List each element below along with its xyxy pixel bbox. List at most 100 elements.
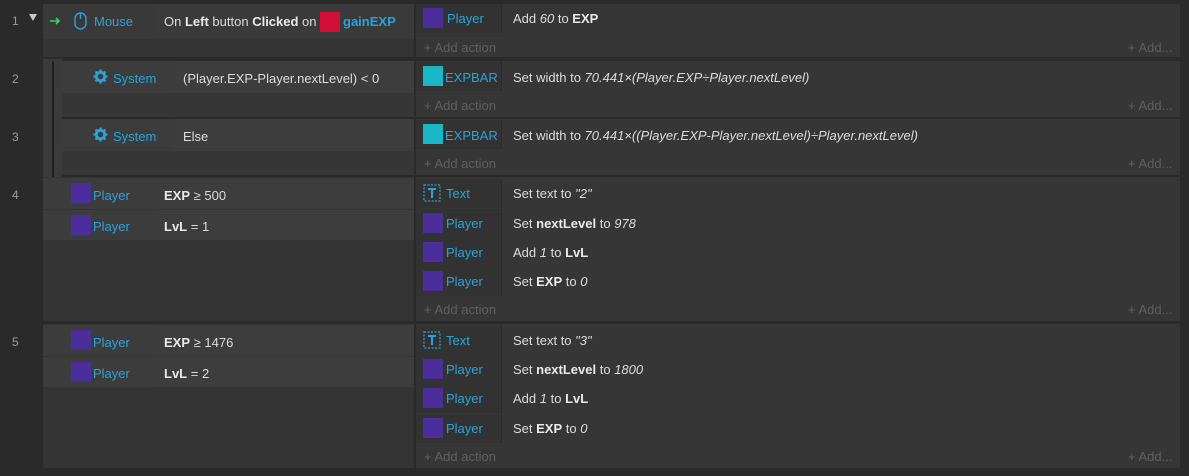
condition-object-cell[interactable]: Player <box>43 178 155 209</box>
condition-text: Else <box>183 129 209 144</box>
add-link[interactable]: + Add... <box>1128 302 1172 317</box>
action-text: Set EXP to 0 <box>513 421 588 436</box>
action-row[interactable]: Text Set text to "3" <box>416 326 1180 355</box>
condition-object-name: Player <box>93 335 130 350</box>
condition-expression[interactable]: On Left button Clicked on gainEXP <box>154 4 414 39</box>
condition-block[interactable]: Player EXP ≥ 1476 Player LvL = 2 <box>43 324 414 468</box>
player-object-icon <box>71 215 91 235</box>
add-action-link[interactable]: + Add action <box>424 98 496 113</box>
action-object-name: Player <box>446 245 483 260</box>
action-object-name: Player <box>447 11 484 26</box>
condition-text: On <box>164 14 185 29</box>
condition-object-name: System <box>113 71 157 86</box>
action-object-cell[interactable]: Text <box>416 326 502 355</box>
condition-row[interactable]: Player EXP ≥ 1476 <box>43 325 414 356</box>
event-number: 3 <box>12 130 19 144</box>
action-row[interactable]: Player Add 60 to EXP <box>416 4 1180 33</box>
condition-object-cell[interactable]: System <box>62 119 174 151</box>
action-text: Set width to 70.441×((Player.EXP-Player.… <box>513 128 918 143</box>
text-object-icon <box>423 331 441 349</box>
event-number: 5 <box>12 335 19 349</box>
condition-text: button <box>208 14 253 29</box>
condition-text: EXP ≥ 1476 <box>164 335 234 350</box>
action-object-cell[interactable]: Player <box>416 238 502 267</box>
gear-icon <box>93 127 108 142</box>
condition-text: EXP ≥ 500 <box>164 188 227 203</box>
action-row[interactable]: EXPBAR Set width to 70.441×((Player.EXP-… <box>416 120 1180 149</box>
action-row[interactable]: Player Set nextLevel to 1800 <box>416 355 1180 384</box>
action-object-cell[interactable]: Text <box>416 179 502 208</box>
condition-object-name: Player <box>93 366 130 381</box>
action-object-name: Player <box>446 216 483 231</box>
action-row[interactable]: Player Add 1 to LvL <box>416 384 1180 413</box>
action-text: Set text to "3" <box>513 333 592 348</box>
action-object-name: EXPBAR <box>445 128 498 143</box>
trigger-arrow-icon <box>50 17 61 25</box>
player-object-icon <box>423 271 443 291</box>
collapse-triangle-icon[interactable] <box>29 14 37 21</box>
action-object-cell[interactable]: EXPBAR <box>416 62 502 91</box>
action-object-cell[interactable]: Player <box>416 384 502 413</box>
condition-object-cell[interactable]: Player <box>43 325 155 356</box>
action-text: Add 1 to LvL <box>513 245 589 260</box>
action-object-name: Player <box>446 274 483 289</box>
action-row[interactable]: Player Add 1 to LvL <box>416 238 1180 267</box>
action-object-cell[interactable]: Player <box>416 4 502 33</box>
action-object-cell[interactable]: Player <box>416 355 502 384</box>
action-object-cell[interactable]: Player <box>416 414 502 443</box>
action-row[interactable]: Player Set EXP to 0 <box>416 267 1180 296</box>
player-object-icon <box>71 330 91 350</box>
add-link[interactable]: + Add... <box>1128 449 1172 464</box>
condition-object-cell[interactable]: Mouse <box>43 4 155 39</box>
action-text: Add 60 to EXP <box>513 11 599 26</box>
event-number: 4 <box>12 188 19 202</box>
condition-text: (Player.EXP-Player.nextLevel) < 0 <box>183 71 380 86</box>
event-number: 2 <box>12 72 19 86</box>
condition-object-cell[interactable]: System <box>62 61 174 93</box>
action-object-name: Player <box>446 391 483 406</box>
action-object-name: Text <box>446 186 470 201</box>
action-object-cell[interactable]: Player <box>416 209 502 238</box>
condition-expression[interactable]: (Player.EXP-Player.nextLevel) < 0 <box>173 61 414 93</box>
action-object-cell[interactable]: Player <box>416 267 502 296</box>
condition-expression[interactable]: EXP ≥ 1476 <box>154 325 414 356</box>
player-object-icon <box>423 213 443 233</box>
action-object-name: Text <box>446 333 470 348</box>
condition-text: on <box>298 14 317 29</box>
add-action-link[interactable]: + Add action <box>424 156 496 171</box>
action-object-cell[interactable]: EXPBAR <box>416 120 502 149</box>
action-row[interactable]: Text Set text to "2" <box>416 179 1180 208</box>
condition-row[interactable]: Player LvL = 2 <box>43 357 414 387</box>
condition-text: LvL = 2 <box>164 366 210 381</box>
condition-block[interactable]: System Else <box>62 119 414 175</box>
add-action-link[interactable]: + Add action <box>424 302 496 317</box>
condition-expression[interactable]: LvL = 1 <box>154 210 414 240</box>
condition-expression[interactable]: Else <box>173 119 414 151</box>
add-link[interactable]: + Add... <box>1128 156 1172 171</box>
condition-block[interactable]: Mouse On Left button Clicked on gainEXP <box>43 4 414 57</box>
add-link[interactable]: + Add... <box>1128 40 1172 55</box>
action-row[interactable]: Player Set nextLevel to 978 <box>416 209 1180 238</box>
condition-expression[interactable]: LvL = 2 <box>154 357 414 387</box>
text-object-icon <box>423 184 441 202</box>
action-object-name: Player <box>446 421 483 436</box>
condition-row[interactable]: Player EXP ≥ 500 <box>43 178 414 209</box>
condition-block[interactable]: Player EXP ≥ 500 Player LvL = 1 <box>43 177 414 321</box>
action-row[interactable]: Player Set EXP to 0 <box>416 414 1180 443</box>
expbar-object-icon <box>423 66 443 86</box>
action-text: Set EXP to 0 <box>513 274 588 289</box>
condition-object-cell[interactable]: Player <box>43 210 155 240</box>
condition-expression[interactable]: EXP ≥ 500 <box>154 178 414 209</box>
gear-icon <box>93 69 108 84</box>
add-action-link[interactable]: + Add action <box>424 40 496 55</box>
add-action-link[interactable]: + Add action <box>424 449 496 464</box>
condition-object-cell[interactable]: Player <box>43 357 155 387</box>
gainexp-object-icon <box>320 12 340 32</box>
condition-row[interactable]: Player LvL = 1 <box>43 210 414 240</box>
action-row[interactable]: EXPBAR Set width to 70.441×(Player.EXP÷P… <box>416 62 1180 91</box>
condition-object-name: System <box>113 129 157 144</box>
player-object-icon <box>423 242 443 262</box>
add-link[interactable]: + Add... <box>1128 98 1172 113</box>
player-object-icon <box>423 359 443 379</box>
condition-block[interactable]: System (Player.EXP-Player.nextLevel) < 0 <box>62 61 414 117</box>
